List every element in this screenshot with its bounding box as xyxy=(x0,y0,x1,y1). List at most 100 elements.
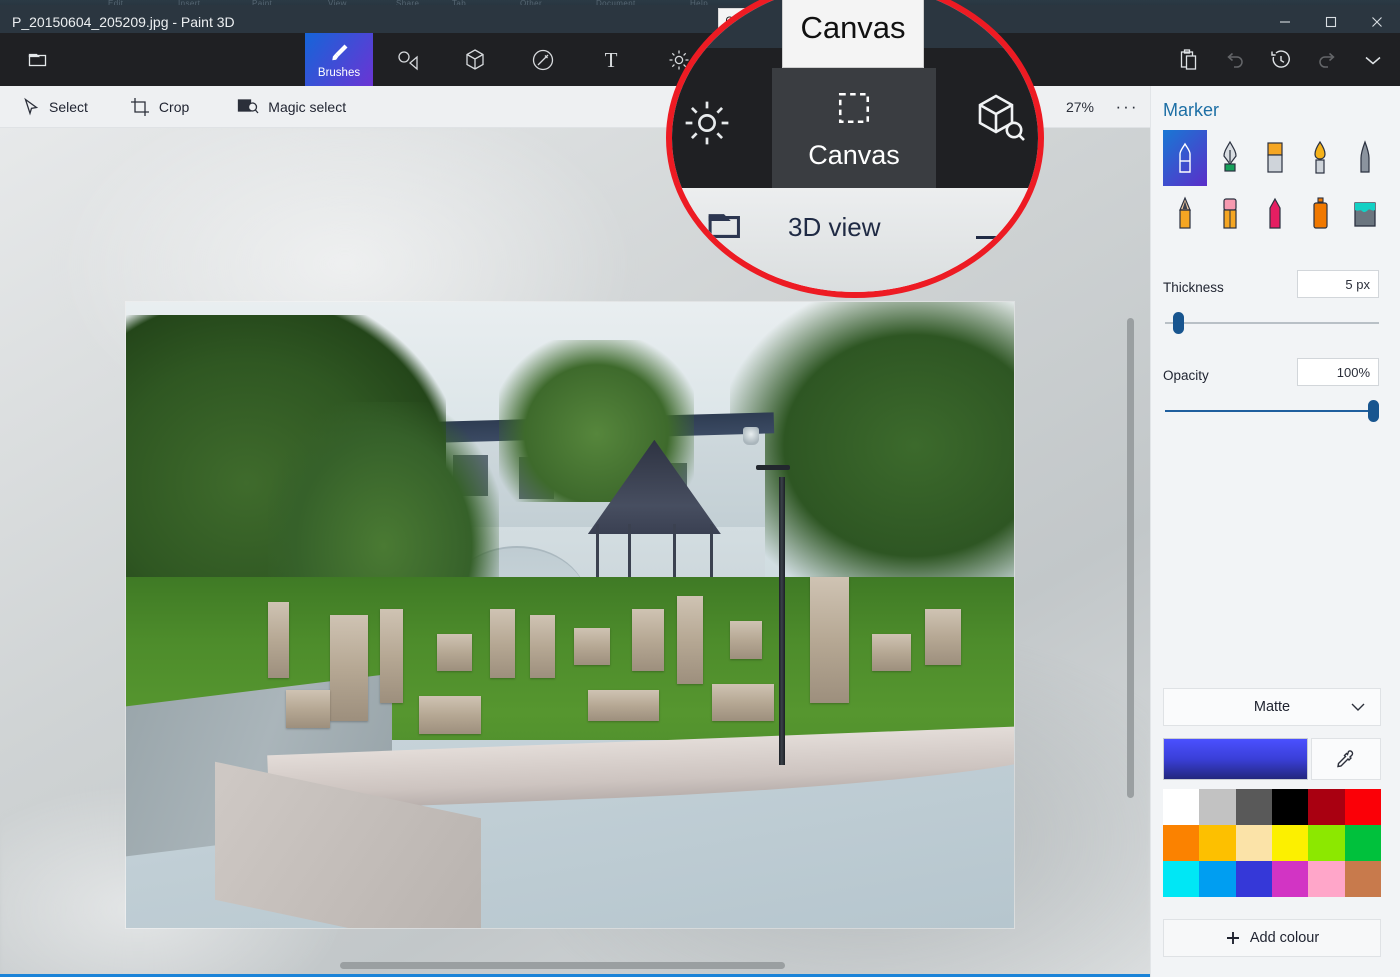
menu-folder-button[interactable] xyxy=(18,38,60,82)
watercolor-brush-icon xyxy=(1314,140,1326,174)
brush-eraser[interactable] xyxy=(1208,186,1252,242)
brush-spray-can[interactable] xyxy=(1298,186,1342,242)
photo-monument xyxy=(632,608,665,672)
add-colour-label: Add colour xyxy=(1249,930,1320,946)
brush-icon xyxy=(332,44,348,60)
tool-2d-shapes[interactable] xyxy=(373,33,441,86)
thickness-value[interactable]: 5 px xyxy=(1297,270,1379,298)
clipboard-button[interactable] xyxy=(1166,33,1212,86)
brush-oil[interactable] xyxy=(1253,130,1297,186)
shapes-2d-icon xyxy=(398,50,418,70)
photo-monument xyxy=(490,608,515,678)
chevron-down-icon xyxy=(1350,701,1366,717)
pencil-icon xyxy=(1179,196,1191,229)
colour-swatch[interactable] xyxy=(1344,825,1381,861)
crop-tool-button[interactable]: Crop xyxy=(116,86,203,128)
brush-pencil[interactable] xyxy=(1163,186,1207,242)
opacity-value[interactable]: 100% xyxy=(1297,358,1379,386)
current-colour-swatch[interactable] xyxy=(1163,738,1308,780)
magnified-3d-view-row[interactable]: 3D view xyxy=(706,210,880,244)
colour-swatch[interactable] xyxy=(1344,789,1381,825)
expand-menu-button[interactable] xyxy=(1350,33,1396,86)
colour-swatch[interactable] xyxy=(1235,825,1272,861)
brush-grid xyxy=(1163,130,1389,242)
colour-swatch[interactable] xyxy=(1308,861,1345,897)
thickness-slider-track[interactable] xyxy=(1165,322,1379,324)
photo-tree-right xyxy=(729,302,1014,590)
thickness-label: Thickness xyxy=(1163,280,1224,295)
colour-swatch[interactable] xyxy=(1308,789,1345,825)
tool-stickers[interactable] xyxy=(509,33,577,86)
horizontal-scrollbar[interactable] xyxy=(340,962,785,969)
chevron-down-icon xyxy=(1365,56,1381,64)
window-title: P_20150604_205209.jpg - Paint 3D xyxy=(12,14,235,30)
magic-select-button[interactable]: Magic select xyxy=(223,86,360,128)
tool-text[interactable]: T xyxy=(577,33,645,86)
tool-brushes[interactable]: Brushes xyxy=(305,33,373,86)
magnified-canvas-label: Canvas xyxy=(808,139,900,170)
colour-swatch[interactable] xyxy=(1235,861,1272,897)
colour-swatch[interactable] xyxy=(1344,861,1381,897)
photo-monument xyxy=(419,696,482,734)
tool-options-panel: Marker Thickness 5 px Opacity 100% Matte… xyxy=(1150,86,1400,977)
brush-marker[interactable] xyxy=(1163,130,1207,186)
magnified-3d-view-label: 3D view xyxy=(788,211,881,242)
ribbon-right-group xyxy=(1166,33,1396,86)
photo-monument xyxy=(871,633,911,672)
colour-swatch[interactable] xyxy=(1163,789,1200,825)
opacity-slider-thumb[interactable] xyxy=(1368,400,1379,422)
brush-calligraphy-pen[interactable] xyxy=(1208,130,1252,186)
photo-monument xyxy=(925,608,961,666)
select-tool-button[interactable]: Select xyxy=(8,86,102,128)
photo-lamp-head xyxy=(743,427,760,446)
oil-brush-icon xyxy=(1267,142,1283,173)
opacity-slider-track[interactable] xyxy=(1165,410,1379,412)
eraser-icon xyxy=(1223,198,1237,229)
more-options-button[interactable]: ··· xyxy=(1104,86,1150,128)
brush-fill-bucket[interactable] xyxy=(1343,186,1387,242)
magnified-3d-library-icon xyxy=(974,92,1026,149)
history-button[interactable] xyxy=(1258,33,1304,86)
material-dropdown[interactable]: Matte xyxy=(1163,688,1381,726)
magic-select-label: Magic select xyxy=(268,98,347,115)
brush-pixel-pen[interactable] xyxy=(1343,130,1387,186)
eyedropper-button[interactable] xyxy=(1311,738,1381,780)
magnified-canvas-tile[interactable]: Canvas xyxy=(772,68,936,188)
colour-swatch[interactable] xyxy=(1163,825,1200,861)
colour-swatch[interactable] xyxy=(1199,789,1236,825)
photo-monument xyxy=(330,615,368,722)
colour-swatch[interactable] xyxy=(1271,825,1309,861)
colour-swatch[interactable] xyxy=(1308,825,1345,861)
canvas-icon xyxy=(838,92,870,123)
brush-watercolor[interactable] xyxy=(1298,130,1342,186)
brush-crayon[interactable] xyxy=(1253,186,1297,242)
photo-lamp-arm xyxy=(756,464,791,470)
zoom-level[interactable]: 27% xyxy=(1056,99,1104,115)
colour-swatch[interactable] xyxy=(1271,789,1309,825)
photo-monument xyxy=(676,596,704,684)
photo-monument xyxy=(268,602,290,678)
photo-monument xyxy=(712,683,775,722)
material-value: Matte xyxy=(1253,699,1291,715)
tool-3d-shapes[interactable] xyxy=(441,33,509,86)
undo-button[interactable] xyxy=(1212,33,1258,86)
colour-swatch[interactable] xyxy=(1199,825,1236,861)
spray-can-icon xyxy=(1313,197,1328,229)
crop-icon xyxy=(130,97,149,116)
photo-monument xyxy=(379,608,404,703)
colour-swatch[interactable] xyxy=(1235,789,1272,825)
folder-icon xyxy=(28,53,47,66)
crop-tool-label: Crop xyxy=(158,98,190,115)
vertical-scrollbar[interactable] xyxy=(1127,318,1134,798)
history-icon xyxy=(1271,49,1290,68)
add-colour-button[interactable]: Add colour xyxy=(1163,919,1381,957)
fill-bucket-icon xyxy=(1354,202,1376,227)
photo-lamp-post xyxy=(778,477,785,766)
colour-swatch[interactable] xyxy=(1271,861,1309,897)
colour-swatch[interactable] xyxy=(1199,861,1236,897)
magnified-tooltip: Canvas xyxy=(782,0,924,68)
image-canvas[interactable] xyxy=(126,302,1014,928)
redo-button[interactable] xyxy=(1304,33,1350,86)
thickness-slider-thumb[interactable] xyxy=(1173,312,1185,334)
colour-swatch[interactable] xyxy=(1163,861,1200,897)
